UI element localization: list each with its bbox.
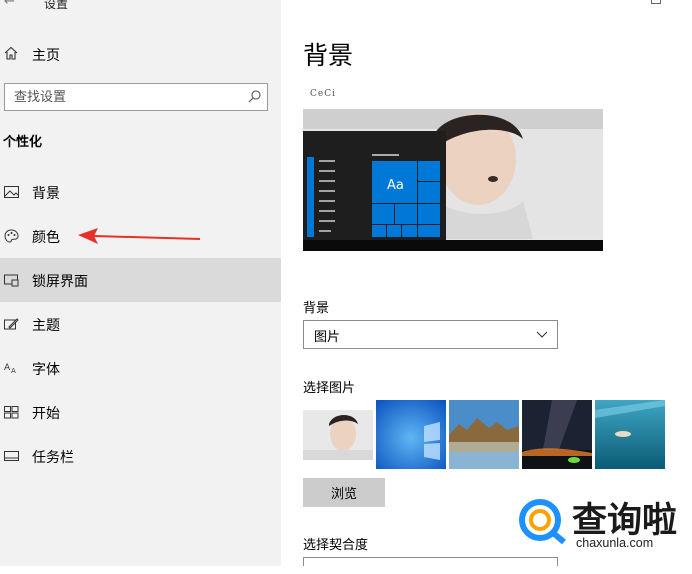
sidebar-item-label: 字体 [32, 362, 60, 378]
background-label: 背景 [303, 301, 330, 316]
preview-top-strip [303, 83, 603, 109]
sidebar-item-lock-screen[interactable]: 锁屏界面 [0, 258, 281, 302]
sidebar-item-themes[interactable]: 主题 [0, 302, 281, 346]
sidebar-item-label: 主页 [32, 48, 60, 64]
preview-taskbar [303, 240, 603, 251]
sidebar-item-label: 开始 [32, 406, 60, 422]
picture-thumbnail[interactable] [449, 400, 519, 469]
picture-thumbnail[interactable] [522, 400, 592, 469]
background-type-dropdown[interactable]: 图片 [303, 320, 558, 349]
svg-text:A: A [4, 363, 11, 373]
svg-text:A: A [11, 367, 16, 375]
search-icon[interactable] [248, 90, 261, 103]
page-title: 背景 [303, 41, 354, 70]
sidebar-item-taskbar[interactable]: 任务栏 [0, 434, 281, 478]
brush-icon [4, 318, 19, 330]
sidebar-item-home[interactable]: 主页 [0, 40, 281, 70]
sidebar: ← 设置 主页 个性化 背景 颜色 锁屏界面 [0, 0, 281, 566]
annotation-arrow-icon [78, 228, 201, 244]
preview-start-menu [303, 131, 446, 240]
font-icon: A A [4, 363, 16, 375]
sidebar-item-fonts[interactable]: A A 字体 [0, 346, 281, 390]
picture-thumbnail[interactable] [303, 410, 373, 460]
choose-picture-label: 选择图片 [303, 381, 356, 396]
maximize-button[interactable] [651, 0, 661, 4]
sidebar-item-label: 主题 [32, 318, 60, 334]
choose-fit-label: 选择契合度 [303, 538, 369, 553]
window-title: 设置 [44, 0, 69, 11]
taskbar-icon [4, 451, 19, 461]
search-box [4, 83, 268, 111]
preview-sample-text: Aa [387, 178, 404, 193]
section-title: 个性化 [3, 135, 43, 150]
start-icon [4, 406, 19, 419]
sidebar-item-start[interactable]: 开始 [0, 390, 281, 434]
palette-icon [4, 229, 19, 243]
sidebar-item-label: 背景 [32, 186, 60, 202]
home-icon [4, 46, 18, 60]
browse-button[interactable]: 浏览 [303, 478, 385, 507]
background-preview: CeCi Aa [303, 83, 603, 251]
logo-url: chaxunla.com [576, 536, 654, 550]
search-input[interactable] [5, 84, 267, 110]
lock-screen-icon [4, 274, 19, 287]
sidebar-item-label: 锁屏界面 [32, 274, 88, 290]
chevron-down-icon [536, 331, 548, 338]
picture-thumbnail[interactable] [595, 400, 665, 469]
sidebar-item-background[interactable]: 背景 [0, 170, 281, 214]
dropdown-value: 图片 [314, 330, 341, 345]
site-logo: 查询啦 chaxunla.com [516, 492, 686, 552]
picture-thumbnail[interactable] [376, 400, 446, 469]
search-logo-icon [519, 499, 566, 544]
picture-icon [4, 186, 19, 198]
preview-watermark: CeCi [310, 89, 336, 99]
sidebar-item-label: 任务栏 [32, 450, 74, 466]
minimize-button[interactable]: — [607, 0, 620, 7]
bottom-strip [0, 566, 692, 574]
sidebar-item-label: 颜色 [32, 230, 60, 246]
back-arrow-icon[interactable]: ← [4, 0, 15, 9]
